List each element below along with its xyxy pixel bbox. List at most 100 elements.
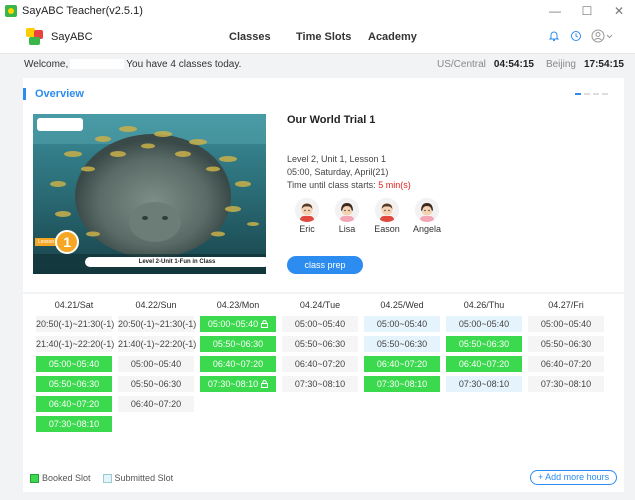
student-item: Lisa — [327, 198, 367, 234]
time-slot-booked[interactable]: 06:40~07:20 — [446, 356, 522, 372]
carousel-dot[interactable] — [593, 93, 599, 95]
time-slot-booked[interactable]: 06:40~07:20 — [200, 356, 276, 372]
time-slot-label: 05:50~06:30 — [130, 379, 182, 389]
day-column: 04.26/Thu 05:00~05:40 05:50~06:30 06:40~07:… — [445, 294, 523, 396]
minimize-button[interactable]: — — [539, 0, 571, 22]
overview-title: Overview — [23, 88, 84, 100]
time-slot-booked[interactable]: 05:50~06:30 — [36, 376, 112, 392]
time-slot-label: 06:40~07:20 — [130, 399, 182, 409]
refresh-icon[interactable] — [569, 29, 583, 43]
nav-academy[interactable]: Academy — [368, 31, 417, 43]
time-slot-label: 05:50~06:30 — [294, 339, 346, 349]
time-slot-label: 06:40~07:20 — [48, 399, 100, 409]
carousel-dot[interactable] — [584, 93, 590, 95]
student-name: Angela — [412, 224, 442, 234]
time-slot-booked[interactable]: 05:00~05:40 — [200, 316, 276, 332]
submitted-legend-swatch — [102, 473, 112, 483]
time-slot-booked[interactable]: 05:50~06:30 — [200, 336, 276, 352]
time-slot-plain[interactable]: 06:40~07:20 — [282, 356, 358, 372]
day-header: 04.25/Wed — [380, 300, 424, 310]
student-name: Eason — [374, 224, 400, 234]
day-column: 04.27/Fri 05:00~05:40 05:50~06:30 06:40~07:… — [527, 294, 605, 396]
time-slot-submitted[interactable]: 05:00~05:40 — [446, 316, 522, 332]
close-button[interactable]: ✕ — [603, 0, 635, 22]
time-slot-label: 20:50(-1)~21:30(-1) — [118, 319, 197, 329]
user-avatar-icon[interactable] — [591, 29, 613, 43]
booked-legend-swatch — [30, 473, 39, 483]
tz1-time: 04:54:15 — [493, 59, 534, 70]
lesson-thumbnail[interactable]: Lesson 1 Level 2-Unit 1-Fun in Class — [33, 114, 266, 274]
student-item: Angela — [407, 198, 447, 234]
time-slot-submitted[interactable]: 07:30~08:10 — [446, 376, 522, 392]
day-header: 04.24/Tue — [299, 300, 341, 310]
time-slot-plain[interactable]: 07:30~08:10 — [528, 376, 604, 392]
time-slot-booked[interactable]: 05:50~06:30 — [446, 336, 522, 352]
maximize-button[interactable]: ☐ — [571, 0, 603, 22]
nav-classes[interactable]: Classes — [229, 31, 271, 43]
lock-icon — [261, 379, 269, 389]
time-slot-booked[interactable]: 07:30~08:10 — [200, 376, 276, 392]
logo[interactable]: SayABC — [26, 28, 93, 46]
teacher-name-redacted — [70, 59, 125, 70]
time-slot-plain[interactable]: 07:30~08:10 — [282, 376, 358, 392]
time-slot-plain[interactable]: 05:00~05:40 — [118, 356, 194, 372]
time-slot-plain[interactable]: 21:40(-1)~22:20(-1) — [36, 336, 114, 352]
time-slot-label: 07:30~08:10 — [48, 419, 100, 429]
time-slot-plain[interactable]: 06:40~07:20 — [528, 356, 604, 372]
time-slot-label: 05:00~05:40 — [540, 319, 592, 329]
day-header: 04.21/Sat — [54, 300, 94, 310]
day-column: 04.25/Wed 05:00~05:40 05:50~06:30 06:40~07:… — [363, 294, 441, 396]
header-icons — [539, 29, 613, 43]
day-column: 04.23/Mon 05:00~05:40 05:50~06:30 06:40~07:… — [199, 294, 277, 396]
thumbnail-caption: Level 2-Unit 1-Fun in Class — [85, 257, 266, 267]
time-slot-plain[interactable]: 05:50~06:30 — [118, 376, 194, 392]
time-slot-booked[interactable]: 05:00~05:40 — [36, 356, 112, 372]
student-avatar — [335, 198, 359, 222]
add-more-hours-button[interactable]: + Add more hours — [530, 470, 617, 485]
student-item: Eason — [367, 198, 407, 234]
time-slot-plain[interactable]: 20:50(-1)~21:30(-1) — [36, 316, 114, 332]
time-slot-label: 05:50~06:30 — [540, 339, 592, 349]
time-slot-label: 07:30~08:10 — [376, 379, 428, 389]
bell-icon[interactable] — [547, 29, 561, 43]
time-slot-plain[interactable]: 05:00~05:40 — [282, 316, 358, 332]
day-header: 04.27/Fri — [548, 300, 584, 310]
time-slot-booked[interactable]: 06:40~07:20 — [36, 396, 112, 412]
class-title: Our World Trial 1 — [287, 114, 376, 126]
class-prep-button[interactable]: class prep — [287, 256, 363, 274]
nav-time-slots[interactable]: Time Slots — [296, 31, 351, 43]
carousel-dot[interactable] — [575, 93, 581, 95]
time-slot-plain[interactable]: 05:50~06:30 — [528, 336, 604, 352]
time-slot-label: 05:50~06:30 — [212, 339, 264, 349]
time-slot-label: 05:50~06:30 — [48, 379, 100, 389]
carousel-dot[interactable] — [602, 93, 608, 95]
schedule-legend: Booked Slot Submitted Slot — [30, 473, 173, 483]
class-info: Our World Trial 1 Level 2, Unit 1, Lesso… — [287, 114, 607, 234]
time-slot-plain[interactable]: 05:50~06:30 — [282, 336, 358, 352]
time-slot-label: 06:40~07:20 — [212, 359, 264, 369]
time-slot-submitted[interactable]: 05:00~05:40 — [364, 316, 440, 332]
student-list: Eric Lisa Eason Angela — [287, 198, 607, 234]
weekly-schedule: 04.21/Sat 20:50(-1)~21:30(-1) 21:40(-1)~22… — [23, 294, 624, 492]
welcome-greeting: Welcome, — [24, 59, 69, 70]
carousel-dots — [572, 93, 608, 95]
tz2-time: 17:54:15 — [583, 59, 624, 70]
time-slot-booked[interactable]: 07:30~08:10 — [364, 376, 440, 392]
time-slot-label: 07:30~08:10 — [458, 379, 510, 389]
time-slot-label: 07:30~08:10 — [207, 379, 259, 389]
student-avatar — [375, 198, 399, 222]
title-bar: SayABC Teacher(v2.5.1) — ☐ ✕ — [0, 0, 635, 22]
time-slot-label: 07:30~08:10 — [540, 379, 592, 389]
window-controls: — ☐ ✕ — [539, 0, 635, 22]
time-slot-booked[interactable]: 07:30~08:10 — [36, 416, 112, 432]
time-slot-label: 05:00~05:40 — [376, 319, 428, 329]
tz1-label: US/Central — [437, 59, 486, 70]
time-slot-plain[interactable]: 06:40~07:20 — [118, 396, 194, 412]
time-slot-submitted[interactable]: 05:50~06:30 — [364, 336, 440, 352]
time-slot-plain[interactable]: 21:40(-1)~22:20(-1) — [118, 336, 196, 352]
time-slot-label: 07:30~08:10 — [294, 379, 346, 389]
time-slot-plain[interactable]: 20:50(-1)~21:30(-1) — [118, 316, 197, 332]
time-slot-booked[interactable]: 06:40~07:20 — [364, 356, 440, 372]
time-slot-plain[interactable]: 05:00~05:40 — [528, 316, 604, 332]
day-header: 04.23/Mon — [216, 300, 260, 310]
